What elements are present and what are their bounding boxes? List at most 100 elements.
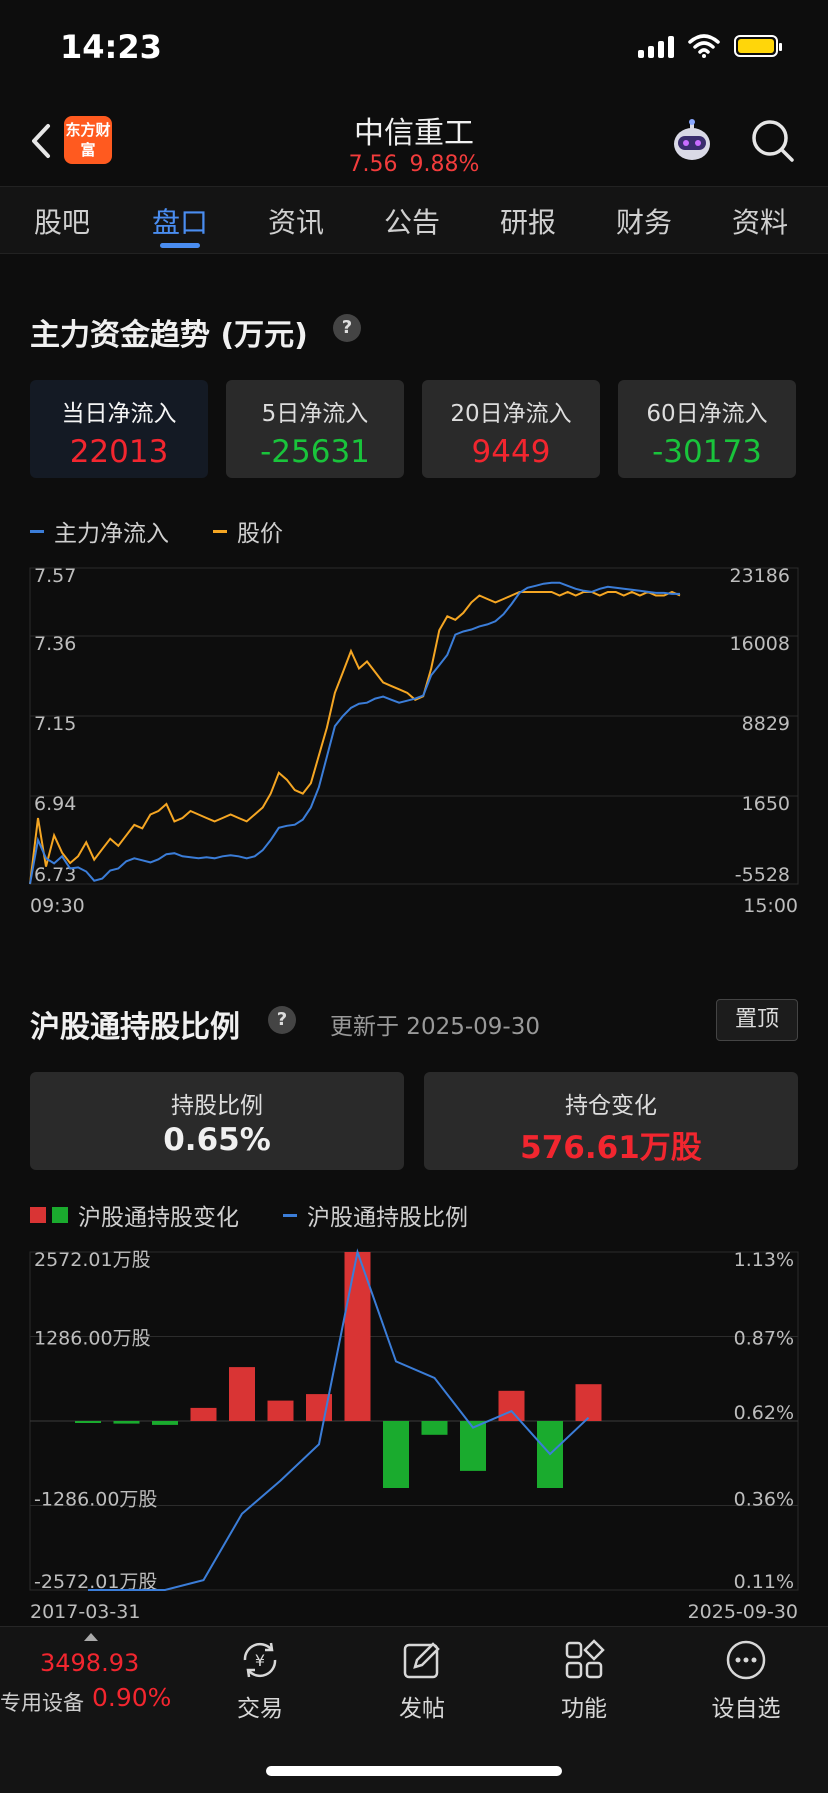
tab-finance[interactable]: 财务 [616,201,672,241]
nav-functions-label: 功能 [561,1696,607,1722]
legend-swatch-price [213,529,227,533]
holding-change-bar [421,1421,448,1435]
hold-ratio-value: 0.65% [163,1122,271,1158]
hold-change-value: 576.61万股 [520,1130,702,1166]
flow-card-value: 9449 [471,434,551,470]
status-icons [638,34,782,58]
x-tick-end: 2025-09-30 [688,1601,798,1623]
status-bar: 14:23 [0,0,828,96]
stock-price: 7.56 [348,152,398,177]
y-tick-right: 1650 [742,793,790,815]
hold-change-label: 持仓变化 [565,1093,657,1119]
flow-card-value: -30173 [652,434,762,470]
y-tick-left: 7.57 [34,565,76,587]
signal-icon [638,34,674,58]
y-tick-left: -1286.00万股 [34,1489,157,1511]
trade-icon: ¥ [243,1642,277,1678]
hold-ratio-card: 持股比例 0.65% [30,1072,404,1170]
hold-ratio-label: 持股比例 [171,1093,263,1119]
y-tick-left: 2572.01万股 [34,1249,151,1271]
x-tick-end: 15:00 [743,895,798,917]
holding-change-bar [575,1384,602,1421]
legend-label-ratio: 沪股通持股比例 [307,1205,468,1231]
y-tick-right: 1.13% [734,1249,794,1271]
fund-flow-help-icon[interactable]: ? [333,314,361,342]
flow-card-label: 20日净流入 [450,401,572,427]
holding-change-bar [190,1407,217,1421]
holding-change-bar [498,1390,525,1421]
hgt-legend: 沪股通持股变化 沪股通持股比例 [30,1198,468,1232]
legend-label-change: 沪股通持股变化 [78,1205,239,1231]
holding-change-bar [267,1400,294,1421]
robot-assistant-icon[interactable] [668,118,716,166]
nav-add-watchlist[interactable]: 设自选 [691,1637,801,1723]
fund-flow-title: 主力资金趋势 (万元) [30,318,308,353]
legend-label-price: 股价 [237,521,283,547]
edit-icon [403,1642,440,1679]
nav-post-label: 发帖 [399,1696,445,1722]
legend-swatch-increase [30,1207,46,1223]
flow-card-60day[interactable]: 60日净流入 -30173 [618,380,796,478]
tab-indicator [160,243,200,248]
y-tick-right: 16008 [730,633,790,655]
y-tick-right: 0.87% [734,1328,794,1350]
search-icon[interactable] [748,116,798,166]
y-tick-right: 23186 [730,565,790,587]
legend-swatch-ratio [283,1213,297,1217]
stock-change-pct: 9.88% [409,152,480,177]
flow-card-value: -25631 [260,434,370,470]
flow-card-5day[interactable]: 5日净流入 -25631 [226,380,404,478]
svg-text:¥: ¥ [255,1651,265,1670]
hgt-help-icon[interactable]: ? [268,1006,296,1034]
nav-trade[interactable]: ¥ 交易 [205,1637,315,1723]
y-tick-left: 1286.00万股 [34,1328,151,1350]
hold-change-card: 持仓变化 576.61万股 [424,1072,798,1170]
nav-post[interactable]: 发帖 [367,1637,477,1723]
y-tick-right: -5528 [735,864,790,886]
more-icon [726,1640,766,1680]
flow-card-label: 60日净流入 [646,401,768,427]
pin-top-button[interactable]: 置顶 [716,999,798,1041]
wifi-icon [688,34,720,58]
sector-index-pct[interactable]: 0.90% [92,1683,171,1712]
y-tick-right: 0.62% [734,1402,794,1424]
caret-up-icon [84,1633,98,1641]
tab-profile[interactable]: 资料 [732,201,788,241]
tab-guba[interactable]: 股吧 [34,201,90,241]
tab-announcements[interactable]: 公告 [384,201,440,241]
flow-card-value: 22013 [69,434,169,470]
nav-add-watchlist-label: 设自选 [711,1696,781,1722]
status-time: 14:23 [60,28,162,66]
tab-news[interactable]: 资讯 [268,201,324,241]
holding-change-bar [229,1367,255,1421]
holding-change-bar [383,1421,409,1488]
y-tick-left: 7.36 [34,633,76,655]
tab-research[interactable]: 研报 [500,201,556,241]
net-inflow-line [29,581,680,885]
y-tick-left: 6.94 [34,793,76,815]
x-tick-start: 09:30 [30,895,85,917]
y-tick-right: 8829 [742,713,790,735]
flow-card-label: 当日净流入 [61,401,177,427]
flow-card-today[interactable]: 当日净流入 22013 [30,380,208,478]
hgt-chart[interactable]: 2572.01万股1286.00万股-1286.00万股-2572.01万股1.… [0,1240,828,1626]
sector-index-name[interactable]: 专用设备 [0,1687,84,1717]
hgt-title: 沪股通持股比例 [30,1010,240,1045]
y-tick-left: 7.15 [34,713,76,735]
fund-flow-chart[interactable]: 7.577.367.156.946.73231861600888291650-5… [0,560,828,920]
x-tick-start: 2017-03-31 [30,1601,140,1623]
holding-change-bar [75,1421,101,1423]
grid-icon [565,1639,605,1679]
flow-card-20day[interactable]: 20日净流入 9449 [422,380,600,478]
sector-index-value[interactable]: 3498.93 [40,1649,139,1677]
plot-frame [29,567,799,885]
y-tick-right: 0.36% [734,1489,794,1511]
legend-swatch-flow [30,529,44,533]
flow-card-label: 5日净流入 [261,401,369,427]
flow-legend: 主力净流入 股价 [30,514,283,548]
nav-trade-label: 交易 [237,1696,283,1722]
stock-header: 东方财富 中信重工 7.56 9.88% [0,96,828,186]
holding-change-bar [113,1421,140,1424]
nav-functions[interactable]: 功能 [529,1637,639,1723]
tab-pankou[interactable]: 盘口 [152,201,208,241]
